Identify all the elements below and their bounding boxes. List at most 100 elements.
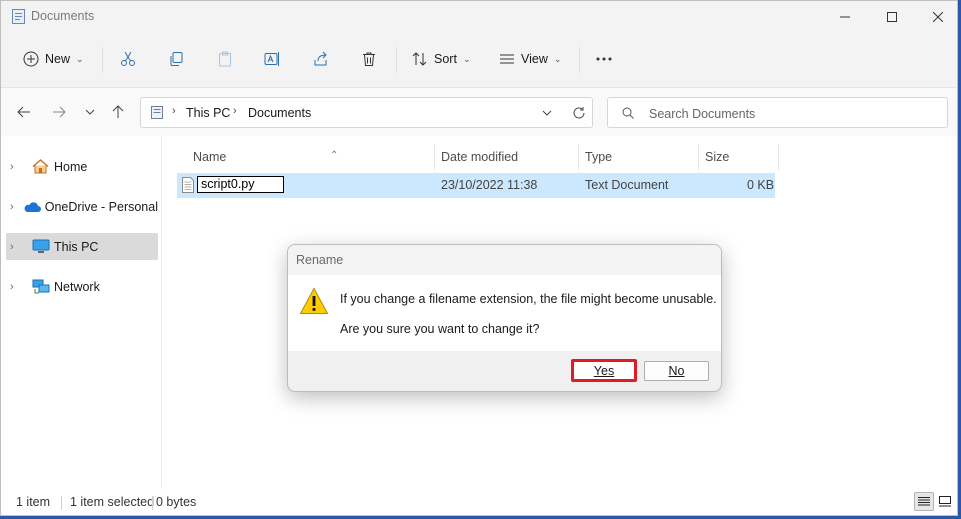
nav-item-home[interactable]: › Home — [6, 153, 158, 180]
sort-label: Sort — [434, 52, 457, 66]
search-box[interactable] — [607, 97, 948, 128]
text-file-icon — [182, 177, 194, 193]
nav-item-this-pc[interactable]: › This PC — [6, 233, 158, 260]
toolbar-divider — [579, 47, 580, 73]
view-button[interactable]: View ⌄ — [499, 43, 561, 75]
refresh-icon — [573, 107, 585, 119]
document-icon — [151, 106, 163, 119]
maximize-icon — [887, 12, 897, 22]
close-icon — [933, 12, 943, 22]
dialog-body: If you change a filename extension, the … — [288, 275, 721, 351]
expand-chevron-icon[interactable]: › — [10, 201, 17, 213]
column-header-label: Date modified — [441, 150, 519, 164]
status-divider — [61, 496, 62, 510]
nav-item-network[interactable]: › Network — [6, 273, 158, 300]
close-button[interactable] — [915, 1, 957, 33]
status-bar: 1 item 1 item selected 0 bytes — [1, 489, 957, 515]
breadcrumb-chevron-icon: › — [233, 105, 237, 117]
expand-chevron-icon[interactable]: › — [10, 161, 26, 173]
sort-button[interactable]: Sort ⌄ — [412, 43, 470, 75]
column-header-type[interactable]: Type — [579, 144, 699, 170]
copy-button[interactable] — [168, 43, 184, 75]
column-header-name[interactable]: Name ⌃ — [187, 144, 435, 170]
arrow-up-icon — [112, 105, 124, 118]
arrow-left-icon — [17, 106, 30, 118]
expand-chevron-icon[interactable]: › — [10, 241, 26, 253]
yes-button[interactable]: Yes — [571, 359, 637, 382]
column-header-date-modified[interactable]: Date modified — [435, 144, 579, 170]
rename-confirm-dialog: Rename If you change a filename extensio… — [287, 244, 722, 392]
nav-item-onedrive[interactable]: › OneDrive - Personal — [6, 193, 158, 220]
tiles-view-icon — [939, 496, 951, 507]
dialog-title-bar: Rename — [288, 245, 721, 275]
new-label: New — [45, 52, 71, 66]
nav-item-label: OneDrive - Personal — [44, 199, 158, 214]
status-selected-size: 0 bytes — [156, 495, 197, 509]
scissors-icon — [121, 51, 135, 66]
cut-button[interactable] — [120, 43, 136, 75]
file-size: 0 KB — [747, 178, 775, 192]
dialog-message: If you change a filename extension, the … — [340, 292, 717, 306]
no-button[interactable]: No — [644, 361, 709, 381]
refresh-button[interactable] — [569, 103, 589, 123]
search-input[interactable] — [647, 104, 941, 124]
minimize-button[interactable] — [822, 1, 868, 33]
file-date-modified: 23/10/2022 11:38 — [441, 178, 538, 192]
back-button[interactable] — [12, 100, 36, 124]
paste-button[interactable] — [217, 43, 233, 75]
file-row[interactable]: script0.py 23/10/2022 11:38 Text Documen… — [177, 173, 775, 198]
chevron-down-icon — [85, 109, 95, 115]
maximize-button[interactable] — [869, 1, 915, 33]
nav-item-label: Network — [54, 279, 100, 294]
file-type: Text Document — [585, 178, 669, 192]
address-bar[interactable]: › This PC › Documents — [140, 97, 593, 128]
new-button[interactable]: New ⌄ — [23, 43, 84, 75]
column-header-label: Type — [585, 150, 613, 164]
delete-button[interactable] — [361, 43, 377, 75]
breadcrumb-this-pc[interactable]: This PC — [186, 106, 230, 120]
minimize-icon — [840, 16, 850, 18]
sort-icon — [412, 52, 427, 66]
ellipsis-icon — [596, 57, 612, 61]
copy-icon — [170, 52, 183, 66]
document-icon — [12, 9, 25, 24]
tiles-view-button[interactable] — [935, 492, 955, 511]
status-selected-count: 1 item selected — [70, 495, 155, 509]
column-header-size[interactable]: Size — [699, 144, 779, 170]
home-icon — [32, 159, 50, 175]
recent-locations-button[interactable] — [78, 100, 102, 124]
sort-ascending-icon: ⌃ — [330, 150, 339, 161]
window-title: Documents — [31, 9, 95, 23]
details-view-button[interactable] — [914, 492, 934, 511]
chevron-down-icon — [542, 110, 552, 116]
rename-button[interactable] — [264, 43, 280, 75]
clipboard-icon — [219, 51, 231, 67]
dialog-question: Are you sure you want to change it? — [340, 322, 540, 336]
rename-input[interactable]: script0.py — [197, 176, 284, 193]
chevron-down-icon: ⌄ — [553, 53, 562, 64]
column-header-label: Size — [705, 150, 730, 164]
chevron-down-icon: ⌄ — [462, 53, 471, 64]
file-explorer-window: Documents New ⌄ Sort ⌄ View ⌄ › This PC … — [0, 0, 958, 516]
share-button[interactable] — [313, 43, 329, 75]
address-history-button[interactable] — [537, 103, 557, 123]
breadcrumb-documents[interactable]: Documents — [248, 106, 311, 120]
title-bar: Documents — [1, 1, 957, 33]
cloud-icon — [23, 199, 41, 215]
toolbar-divider — [102, 47, 103, 73]
chevron-down-icon: ⌄ — [76, 53, 84, 64]
details-view-icon — [918, 497, 930, 506]
plus-circle-icon — [23, 51, 39, 67]
warning-icon — [300, 288, 328, 314]
up-button[interactable] — [106, 100, 130, 124]
status-item-count: 1 item — [16, 495, 51, 509]
arrow-right-icon — [53, 106, 66, 118]
view-label: View — [521, 52, 548, 66]
computer-icon — [32, 239, 50, 255]
share-icon — [314, 51, 327, 66]
expand-chevron-icon[interactable]: › — [10, 281, 26, 293]
nav-item-label: Home — [54, 159, 88, 174]
toolbar-divider — [396, 47, 397, 73]
more-options-button[interactable] — [595, 43, 613, 75]
forward-button[interactable] — [47, 100, 71, 124]
